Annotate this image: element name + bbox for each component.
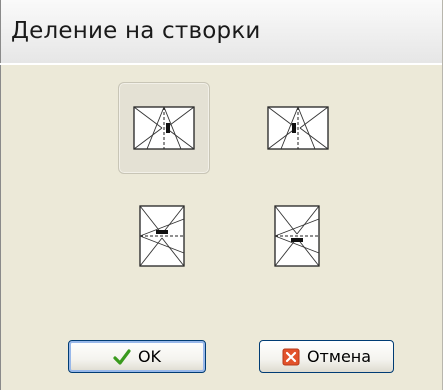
cancel-button[interactable]: Отмена <box>259 340 394 373</box>
ok-button-label: OK <box>137 347 162 366</box>
option-horizontal-split-top[interactable] <box>116 190 208 282</box>
split-sash-dialog: Деление на створки OK Отмена <box>0 0 447 390</box>
ok-button[interactable]: OK <box>68 340 206 373</box>
title-separator <box>0 63 442 65</box>
horizontal-split-top-icon <box>139 205 185 267</box>
cancel-button-label: Отмена <box>306 347 372 366</box>
close-x-icon <box>282 348 300 365</box>
title-bar: Деление на створки <box>0 0 442 64</box>
vertical-split-right-icon <box>267 106 329 150</box>
option-horizontal-split-bottom[interactable] <box>251 190 343 282</box>
option-vertical-split-left[interactable] <box>118 82 210 174</box>
dialog-title: Деление на створки <box>11 18 261 44</box>
horizontal-split-bottom-icon <box>274 205 320 267</box>
window-edge <box>442 0 447 390</box>
option-vertical-split-right[interactable] <box>252 82 344 174</box>
checkmark-icon <box>113 348 131 365</box>
vertical-split-left-icon <box>133 106 195 150</box>
